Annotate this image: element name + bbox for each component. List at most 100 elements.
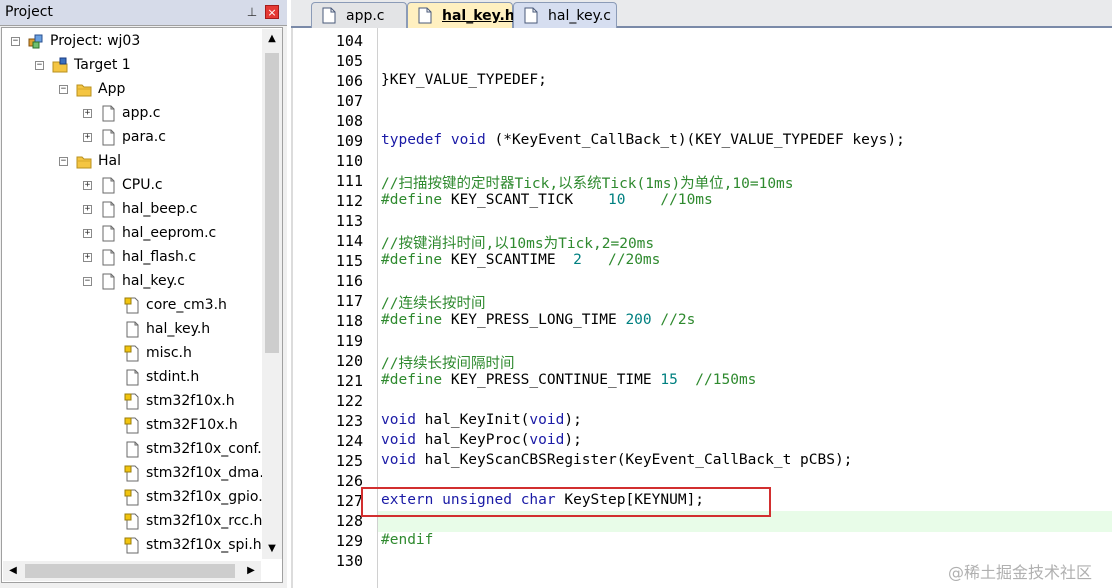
scroll-down-button[interactable]: ▼ [262,539,282,559]
code-keyword: void [529,432,565,448]
expand-icon[interactable]: + [83,205,92,214]
locked-header-icon [124,417,140,434]
collapse-icon[interactable]: − [59,85,68,94]
line-number: 107 [335,92,363,110]
tree-item[interactable]: + hal_beep.c [2,198,260,222]
line-number: 127 [335,492,363,510]
tab-hal-key-h[interactable]: hal_key.h* [407,2,522,28]
scroll-right-button[interactable]: ▶ [241,561,261,581]
code-line[interactable]: typedef void (*KeyEvent_CallBack_t)(KEY_… [381,132,905,148]
code-line[interactable]: #define KEY_PRESS_LONG_TIME 200 //2s [381,312,695,328]
tree-item[interactable]: core_cm3.h [2,294,260,318]
tab-label: hal_key.h* [442,8,523,24]
target-icon [52,57,68,74]
scroll-left-button[interactable]: ◀ [3,561,23,581]
header-file-icon [124,441,140,458]
c-file-icon [100,225,116,242]
code-keyword: void [450,132,486,148]
tree-item-label: stm32f10x.h [146,393,235,409]
code-keyword: void [381,432,416,448]
tree-item-label: hal_beep.c [122,201,198,217]
vertical-scroll-thumb[interactable] [265,53,279,353]
line-number: 119 [335,332,363,350]
code-line[interactable]: void hal_KeyScanCBSRegister(KeyEvent_Cal… [381,452,852,468]
tree-item-label: stm32f10x_conf.h [146,441,271,457]
close-panel-button[interactable]: × [265,5,279,19]
line-number: 123 [335,412,363,430]
tree-item[interactable]: − Hal [2,150,260,174]
expand-icon[interactable]: + [83,229,92,238]
tree-item[interactable]: misc.h [2,342,260,366]
collapse-icon[interactable]: − [35,61,44,70]
tree-item[interactable]: stm32f10x_spi.h [2,534,262,558]
code-line[interactable]: }KEY_VALUE_TYPEDEF; [381,72,547,88]
code-line[interactable]: //按键消抖时间,以10ms为Tick,2=20ms [381,232,654,253]
project-panel: Project ⊥ × − Project: wj03 − Target 1 − App +… [0,0,287,588]
code-comment: #define [381,372,443,388]
tree-item[interactable]: hal_key.h [2,318,260,342]
scroll-up-button[interactable]: ▲ [262,29,282,49]
code-comment: #define [381,252,443,268]
tree-item[interactable]: stm32f10x_rcc.h [2,510,263,534]
tree-item[interactable]: stm32F10x.h [2,414,260,438]
watermark: @稀土掘金技术社区 [948,563,1093,582]
tree-item-label: App [98,81,126,97]
tab-app-c[interactable]: app.c [311,2,407,28]
code-line[interactable]: void hal_KeyInit(void); [381,412,582,428]
tree-item[interactable]: stm32f10x_dma.h [2,462,273,486]
expand-icon[interactable]: + [83,253,92,262]
tree-item[interactable]: − Target 1 [2,54,260,78]
tree-item[interactable]: + CPU.c [2,174,260,198]
tree-item-label: misc.h [146,345,192,361]
code-number: 10 [607,192,626,208]
tree-item[interactable]: + hal_eeprom.c [2,222,260,246]
locked-header-icon [124,465,140,482]
line-number: 110 [335,152,363,170]
tree-item[interactable]: + hal_flash.c [2,246,260,270]
code-line[interactable]: void hal_KeyProc(void); [381,432,582,448]
tree-item[interactable]: stm32f10x.h [2,390,260,414]
tree-item[interactable]: stm32f10x_gpio.h [2,486,272,510]
tree-item[interactable]: stm32f10x_conf.h [2,438,271,462]
code-line[interactable]: //持续长按间隔时间 [381,352,514,373]
code-line[interactable]: #define KEY_PRESS_CONTINUE_TIME 15 //150… [381,372,756,388]
tree-item[interactable]: − hal_key.c [2,270,260,294]
code-line[interactable]: //扫描按键的定时器Tick,以系统Tick(1ms)为单位,10=10ms [381,172,794,193]
code-comment: #endif [381,532,434,548]
tree-item-label: CPU.c [122,177,163,193]
tree-item[interactable]: − Project: wj03 [2,30,260,54]
tree-item-label: stm32f10x_rcc.h [146,513,263,529]
expand-icon[interactable]: + [83,109,92,118]
expand-icon[interactable]: + [83,181,92,190]
locked-header-icon [124,489,140,506]
tab-hal-key-c[interactable]: hal_key.c [513,2,617,28]
c-file-icon [100,249,116,266]
tree-item-label: core_cm3.h [146,297,227,313]
horizontal-scroll-thumb[interactable] [25,564,235,578]
expand-icon[interactable]: + [83,133,92,142]
tree-item-label: stm32f10x_dma.h [146,465,273,481]
tree-item[interactable]: stdint.h [2,366,260,390]
code-text: KEY_SCANT_TICK [442,192,608,208]
line-number: 126 [335,472,363,490]
code-text: hal_KeyInit( [415,412,530,428]
code-line[interactable]: #define KEY_SCANT_TICK 10 //10ms [381,192,713,208]
horizontal-scrollbar[interactable]: ◀ ▶ [3,561,261,581]
collapse-icon[interactable]: − [83,277,92,286]
code-number: 2 [573,252,582,268]
tree-item[interactable]: − App [2,78,260,102]
code-keyword: void [381,412,416,428]
code-line[interactable]: #endif [381,532,433,548]
code-line[interactable]: //连续长按时间 [381,292,485,313]
tree-item-label: stdint.h [146,369,200,385]
code-text: (*KeyEvent_CallBack_t)(KEY_VALUE_TYPEDEF… [485,132,905,148]
code-line[interactable]: #define KEY_SCANTIME 2 //20ms [381,252,660,268]
line-number: 120 [335,352,363,370]
collapse-icon[interactable]: − [11,37,20,46]
collapse-icon[interactable]: − [59,157,68,166]
vertical-scrollbar[interactable]: ▲ ▼ [262,29,282,559]
tree-item[interactable]: + para.c [2,126,260,150]
pin-icon[interactable]: ⊥ [244,4,260,20]
tree-item[interactable]: + app.c [2,102,260,126]
